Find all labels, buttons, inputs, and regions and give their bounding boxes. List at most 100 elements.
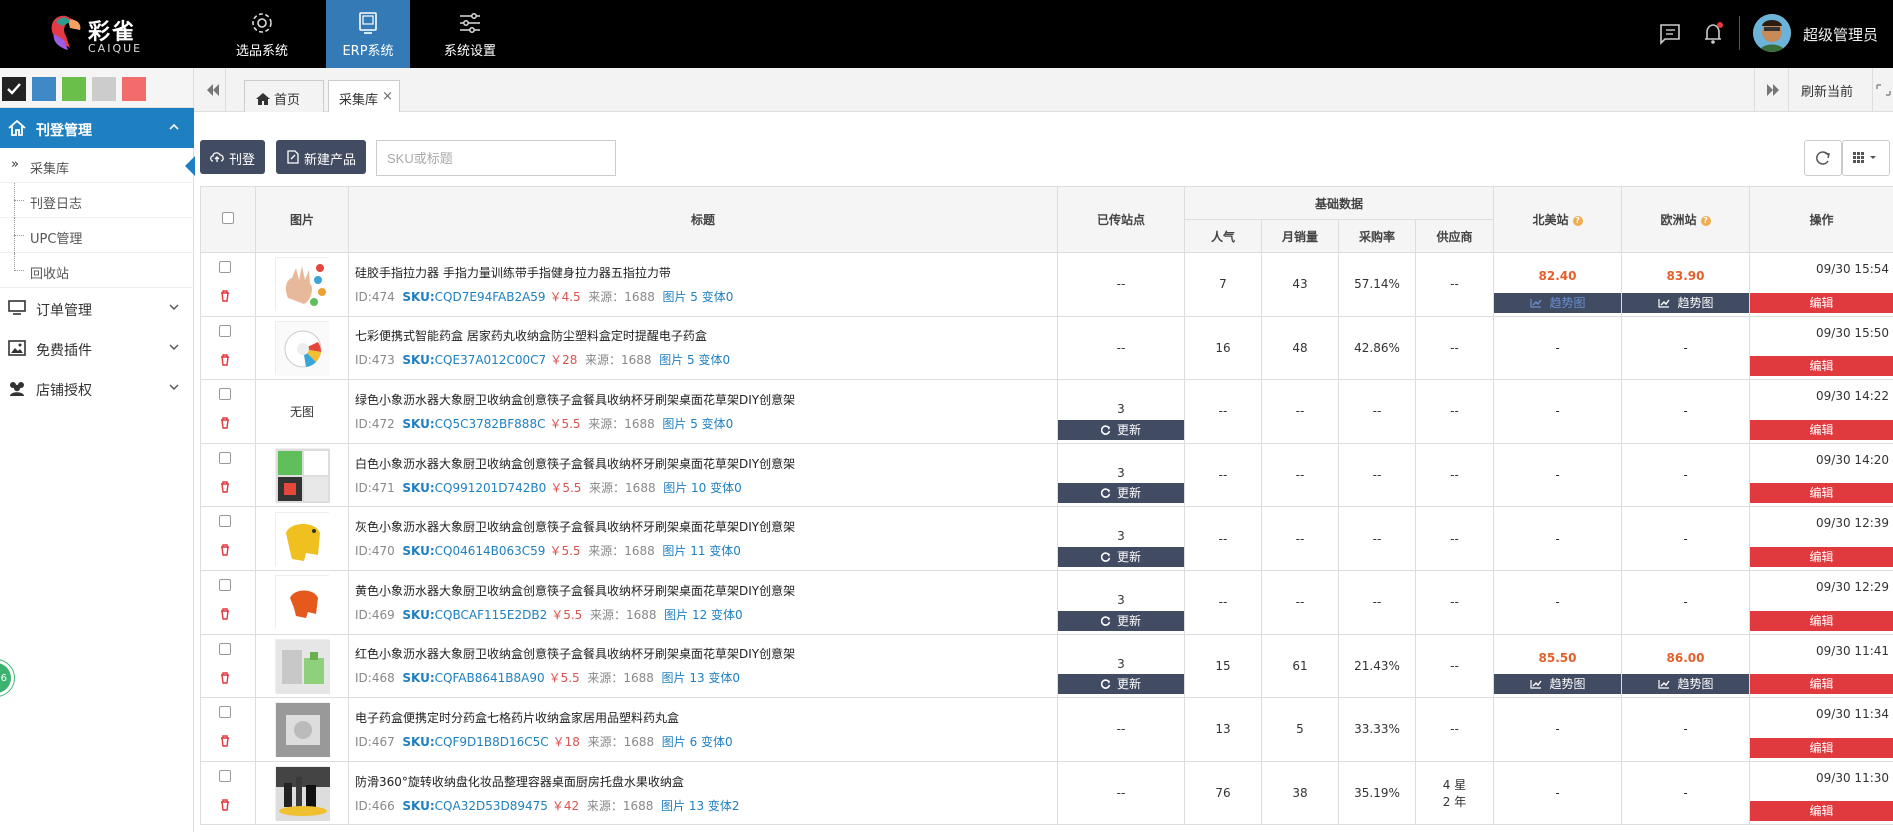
message-icon[interactable]	[1657, 20, 1683, 46]
product-thumbnail[interactable]	[275, 511, 330, 567]
sidebar-section-listing[interactable]: 刊登管理	[0, 108, 194, 148]
sku-search-input[interactable]	[376, 140, 616, 176]
trash-icon[interactable]	[220, 608, 230, 620]
swatch-grey[interactable]	[92, 77, 116, 101]
tab-scroll-left-button[interactable]	[194, 68, 226, 112]
product-media-link[interactable]: 图片 10 变体0	[663, 481, 742, 495]
row-checkbox[interactable]	[219, 261, 231, 273]
row-checkbox[interactable]	[219, 769, 231, 782]
edit-button[interactable]: 编辑	[1750, 356, 1893, 377]
edit-button[interactable]: 编辑	[1750, 292, 1893, 313]
help-icon[interactable]: ?	[1572, 216, 1583, 226]
sidebar-item-collection[interactable]: » 采集库	[0, 148, 195, 183]
product-sku[interactable]: SKU:CQD7E94FAB2A59	[402, 290, 545, 304]
app-logo[interactable]: 彩雀 CAIQUE	[46, 10, 156, 58]
trash-icon[interactable]	[220, 290, 230, 302]
username[interactable]: 超级管理员	[1803, 24, 1878, 45]
row-checkbox[interactable]	[219, 388, 231, 401]
tab-home[interactable]: 首页	[244, 80, 324, 112]
trash-icon[interactable]	[220, 671, 230, 684]
product-sku[interactable]: SKU:CQE37A012C00C7	[402, 353, 546, 367]
product-sku[interactable]: SKU:CQ5C3782BF888C	[402, 417, 545, 431]
swatch-blue[interactable]	[32, 77, 56, 101]
swatch-red[interactable]	[122, 77, 146, 101]
edit-button[interactable]: 编辑	[1750, 737, 1893, 758]
product-media-link[interactable]: 图片 12 变体0	[664, 608, 743, 622]
product-title[interactable]: 白色小象沥水器大象厨卫收纳盒创意筷子盒餐具收纳杯牙刷架桌面花草架DIY创意架	[355, 455, 1057, 472]
trash-icon[interactable]	[220, 735, 230, 747]
table-row[interactable]: 硅胶手指拉力器 手指力量训练带手指健身拉力器五指拉力带 ID:474 SKU:CQ…	[200, 252, 1893, 317]
product-thumbnail[interactable]	[275, 766, 330, 822]
table-row[interactable]: 无图 绿色小象沥水器大象厨卫收纳盒创意筷子盒餐具收纳杯牙刷架桌面花草架DIY创意架…	[200, 379, 1893, 444]
product-thumbnail[interactable]	[275, 638, 330, 694]
product-thumbnail[interactable]	[275, 257, 330, 313]
edit-button[interactable]: 编辑	[1750, 801, 1893, 822]
swatch-green[interactable]	[62, 77, 86, 101]
column-toggle-button[interactable]	[1842, 140, 1890, 176]
swatch-dark-selected[interactable]	[2, 77, 26, 101]
product-media-link[interactable]: 图片 6 变体0	[662, 735, 733, 749]
trend-chart-button[interactable]: 趋势图	[1494, 674, 1622, 695]
edit-button[interactable]: 编辑	[1750, 546, 1893, 567]
trash-icon[interactable]	[220, 799, 230, 811]
list-button[interactable]: 刊登	[200, 140, 265, 174]
sidebar-item-listing-log[interactable]: 刊登日志	[0, 183, 194, 218]
table-row[interactable]: 灰色小象沥水器大象厨卫收纳盒创意筷子盒餐具收纳杯牙刷架桌面花草架DIY创意架 ID…	[200, 506, 1893, 571]
table-row[interactable]: 黄色小象沥水器大象厨卫收纳盒创意筷子盒餐具收纳杯牙刷架桌面花草架DIY创意架 ID…	[200, 569, 1893, 635]
product-media-link[interactable]: 图片 11 变体0	[662, 544, 741, 558]
product-sku[interactable]: SKU:CQBCAF115E2DB2	[402, 608, 547, 622]
product-title[interactable]: 绿色小象沥水器大象厨卫收纳盒创意筷子盒餐具收纳杯牙刷架桌面花草架DIY创意架	[355, 391, 1057, 408]
trash-icon[interactable]	[220, 353, 230, 366]
product-media-link[interactable]: 图片 13 变体2	[661, 799, 740, 813]
nav-erp[interactable]: ERP系统	[326, 0, 410, 68]
bell-icon[interactable]	[1700, 20, 1726, 46]
product-sku[interactable]: SKU:CQ04614B063C59	[402, 544, 545, 558]
edit-button[interactable]: 编辑	[1750, 483, 1893, 504]
update-button[interactable]: 更新	[1058, 546, 1184, 567]
update-button[interactable]: 更新	[1058, 419, 1184, 440]
product-thumbnail[interactable]	[275, 448, 330, 504]
product-title[interactable]: 灰色小象沥水器大象厨卫收纳盒创意筷子盒餐具收纳杯牙刷架桌面花草架DIY创意架	[355, 518, 1057, 535]
edit-button[interactable]: 编辑	[1750, 610, 1893, 631]
sidebar-section-orders[interactable]: 订单管理	[0, 288, 194, 328]
nav-settings[interactable]: 系统设置	[428, 0, 512, 68]
trash-icon[interactable]	[220, 417, 230, 429]
row-checkbox[interactable]	[219, 324, 231, 337]
product-title[interactable]: 七彩便携式智能药盒 居家药丸收纳盒防尘塑料盒定时提醒电子药盒	[355, 327, 1057, 344]
sidebar-section-plugins[interactable]: 免费插件	[0, 328, 194, 368]
edit-button[interactable]: 编辑	[1750, 674, 1893, 695]
table-row[interactable]: 红色小象沥水器大象厨卫收纳盒创意筷子盒餐具收纳杯牙刷架桌面花草架DIY创意架 ID…	[200, 633, 1893, 699]
product-title[interactable]: 红色小象沥水器大象厨卫收纳盒创意筷子盒餐具收纳杯牙刷架桌面花草架DIY创意架	[355, 645, 1057, 662]
refresh-current-button[interactable]: 刷新当前	[1788, 68, 1872, 112]
product-thumbnail[interactable]	[275, 702, 330, 758]
product-title[interactable]: 硅胶手指拉力器 手指力量训练带手指健身拉力器五指拉力带	[355, 264, 1057, 281]
sidebar-item-upc[interactable]: UPC管理	[0, 218, 194, 253]
row-checkbox[interactable]	[219, 578, 231, 591]
table-row[interactable]: 防滑360°旋转收纳盘化妆品整理容器桌面厨房托盘水果收纳盒 ID:466 SKU:…	[200, 760, 1893, 826]
trash-icon[interactable]	[220, 481, 230, 493]
update-button[interactable]: 更新	[1058, 610, 1184, 631]
product-sku[interactable]: SKU:CQA32D53D89475	[402, 799, 548, 813]
nav-product-selection[interactable]: 选品系统	[220, 0, 304, 68]
trash-icon[interactable]	[220, 544, 230, 557]
product-media-link[interactable]: 图片 5 变体0	[662, 290, 733, 304]
row-checkbox[interactable]	[219, 515, 231, 528]
table-row[interactable]: 电子药盒便携定时分药盒七格药片收纳盒家居用品塑料药丸盒 ID:467 SKU:CQ…	[200, 697, 1893, 762]
select-all-checkbox[interactable]	[222, 212, 234, 224]
product-media-link[interactable]: 图片 13 变体0	[662, 671, 741, 685]
sidebar-item-recycle-bin[interactable]: 回收站	[0, 253, 194, 288]
fullscreen-button[interactable]	[1872, 68, 1893, 112]
row-checkbox[interactable]	[219, 642, 231, 655]
sidebar-section-store-auth[interactable]: 店铺授权	[0, 368, 194, 408]
row-checkbox[interactable]	[219, 451, 231, 464]
product-thumbnail[interactable]	[275, 575, 330, 631]
product-media-link[interactable]: 图片 5 变体0	[662, 417, 733, 431]
product-sku[interactable]: SKU:CQFAB8641B8A90	[402, 671, 544, 685]
update-button[interactable]: 更新	[1058, 674, 1184, 695]
table-row[interactable]: 白色小象沥水器大象厨卫收纳盒创意筷子盒餐具收纳杯牙刷架桌面花草架DIY创意架 ID…	[200, 442, 1893, 508]
product-media-link[interactable]: 图片 5 变体0	[659, 353, 730, 367]
edit-button[interactable]: 编辑	[1750, 419, 1893, 440]
product-title[interactable]: 黄色小象沥水器大象厨卫收纳盒创意筷子盒餐具收纳杯牙刷架桌面花草架DIY创意架	[355, 582, 1057, 599]
product-sku[interactable]: SKU:CQF9D1B8D16C5C	[402, 735, 548, 749]
product-thumbnail[interactable]	[275, 320, 330, 376]
